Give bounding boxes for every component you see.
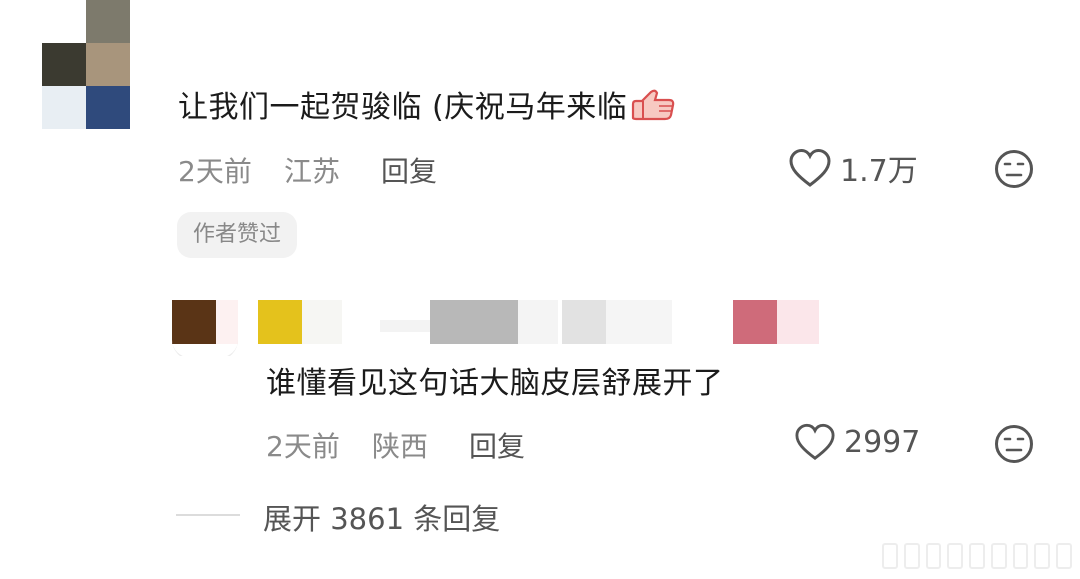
reply-username-mosaic [258, 300, 302, 344]
author-liked-badge: 作者赞过 [177, 212, 298, 258]
reply-username-mosaic [518, 300, 558, 344]
reply-username-mosaic [562, 300, 606, 344]
reply-dislike-button[interactable] [994, 424, 1034, 464]
avatar-mosaic-cell [216, 300, 238, 344]
dislike-button[interactable] [994, 149, 1034, 189]
reply-like-button[interactable]: 2997 [794, 422, 920, 462]
reply-reply-button[interactable]: 回复 [469, 425, 525, 465]
neutral-face-icon [995, 150, 1033, 188]
reply-avatar[interactable] [172, 300, 238, 356]
reply-location: 陕西 [372, 430, 429, 463]
thumbs-up-emoji-icon [629, 88, 677, 130]
reply-time: 2天前 [266, 430, 340, 463]
neutral-face-icon [995, 425, 1033, 463]
expand-divider [176, 514, 240, 516]
reply-username-mosaic [302, 300, 342, 344]
reply-button[interactable]: 回复 [381, 150, 437, 190]
heart-icon [789, 148, 831, 187]
like-button[interactable]: 1.7万 [788, 146, 918, 190]
like-count: 1.7万 [840, 154, 918, 189]
comment-text: 让我们一起贺骏临 (庆祝马年来临 [178, 82, 677, 130]
reply-like-count: 2997 [844, 424, 921, 460]
avatar-mosaic-cell [172, 300, 216, 344]
comment-location: 江苏 [284, 155, 341, 188]
watermark [882, 541, 1073, 571]
expand-replies-button[interactable]: 展开 3861 条回复 [263, 496, 500, 538]
comment-text-content: 让我们一起贺骏临 (庆祝马年来临 [178, 90, 628, 125]
avatar-mosaic-cell [86, 0, 130, 43]
heart-icon [795, 423, 835, 460]
avatar-mosaic-cell [86, 43, 130, 86]
reply-username-mosaic [430, 300, 518, 344]
reply-username-mosaic [380, 320, 430, 332]
avatar-mosaic-cell [42, 43, 86, 86]
avatar-mosaic-cell [42, 86, 86, 129]
reply-username-mosaic [606, 300, 672, 344]
reply-username-mosaic [777, 300, 819, 344]
comment-thread: 让我们一起贺骏临 (庆祝马年来临 2天前 江苏 回复 1.7万 作者赞过 谁懂看… [0, 0, 1080, 579]
comment-time: 2天前 [178, 155, 252, 188]
commenter-avatar[interactable] [42, 0, 130, 130]
avatar-mosaic-cell [86, 86, 130, 129]
reply-username-mosaic [733, 300, 777, 344]
reply-text: 谁懂看见这句话大脑皮层舒展开了 [266, 366, 724, 401]
avatar-rim [172, 340, 238, 356]
